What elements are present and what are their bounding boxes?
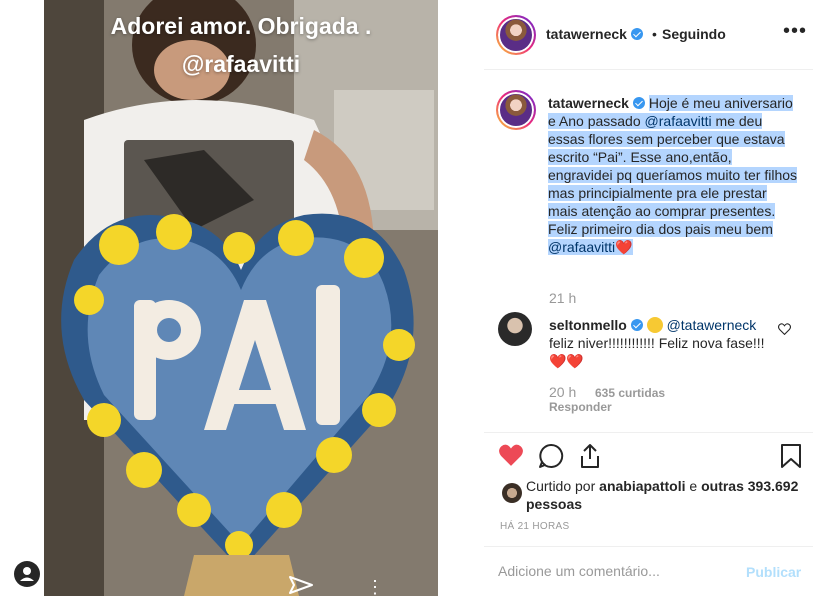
verified-badge-icon — [630, 28, 643, 40]
post-caption: tatawerneck Hoje é meu aniversario e Ano… — [548, 94, 798, 256]
author-username-text[interactable]: tatawerneck — [546, 26, 627, 42]
header-separator: • — [652, 26, 657, 42]
save-bookmark-icon[interactable] — [780, 443, 802, 474]
verified-badge-icon — [630, 319, 643, 331]
liked-by-prefix: Curtido por — [526, 478, 600, 494]
comment-bubble-icon[interactable] — [538, 443, 564, 474]
media-letterbox-right — [438, 0, 484, 596]
media-letterbox-left — [0, 0, 44, 596]
add-comment-bar: Publicar — [484, 546, 813, 596]
instagram-post-modal: Adorei amor. Obrigada . @rafaavitti ⋮ ta… — [0, 0, 813, 596]
post-side-panel: tatawerneck • Seguindo ••• tatawerneck H… — [484, 0, 813, 596]
story-text-line1: Adorei amor. Obrigada . — [110, 13, 372, 39]
author-avatar[interactable] — [498, 17, 534, 53]
liked-by-conjunction: e — [685, 478, 702, 494]
story-text-mention: @rafaavitti — [181, 51, 301, 77]
share-icon[interactable] — [578, 443, 602, 474]
red-heart-emoji: ❤️ — [615, 239, 633, 255]
commenter-avatar[interactable] — [498, 312, 532, 346]
comment-timestamp[interactable]: 20 h — [549, 384, 576, 400]
caption-text-body: me deu essas flores sem perceber que est… — [548, 113, 798, 237]
caption-timestamp[interactable]: 21 h — [549, 290, 576, 306]
like-heart-icon[interactable] — [498, 443, 524, 472]
verified-badge-icon — [632, 97, 645, 109]
post-actions: Curtido por anabiapattoli e outras 393.6… — [484, 432, 813, 552]
comment-reply-button[interactable]: Responder — [549, 400, 612, 414]
comment-hearts-emoji: ❤️❤️ — [549, 353, 584, 369]
publish-button[interactable]: Publicar — [746, 564, 801, 580]
liker-avatar[interactable] — [502, 483, 522, 503]
caption-username[interactable]: tatawerneck — [548, 95, 629, 111]
comment-text: feliz niver!!!!!!!!!!!! Feliz nova fase!… — [549, 335, 765, 351]
caption-mention-2[interactable]: @rafaavitti — [548, 239, 616, 255]
story-send-icon — [288, 575, 314, 596]
comment-like-count[interactable]: 635 curtidas — [595, 386, 665, 400]
post-header: tatawerneck • Seguindo ••• — [484, 0, 813, 70]
commenter-username[interactable]: seltonmello — [549, 317, 627, 333]
liked-by-user[interactable]: anabiapattoli — [599, 478, 685, 494]
story-more-icon: ⋮ — [366, 577, 384, 596]
comment-mention[interactable]: @tatawerneck — [667, 317, 757, 333]
post-timestamp[interactable]: HÁ 21 HORAS — [500, 521, 569, 532]
author-username[interactable]: tatawerneck — [546, 26, 643, 42]
post-media: Adorei amor. Obrigada . @rafaavitti ⋮ — [0, 0, 484, 596]
story-photo-illustration — [44, 0, 438, 596]
grin-emoji — [646, 317, 663, 333]
comment-body: seltonmello @tatawerneck feliz niver!!!!… — [549, 316, 774, 370]
more-options-icon[interactable]: ••• — [783, 20, 807, 43]
following-button[interactable]: Seguindo — [662, 26, 726, 42]
caption-mention-1[interactable]: @rafaavitti — [644, 113, 712, 129]
comments-list: tatawerneck Hoje é meu aniversario e Ano… — [484, 70, 813, 430]
comment-like-heart-icon[interactable] — [778, 322, 791, 340]
story-photo: Adorei amor. Obrigada . @rafaavitti — [44, 0, 438, 596]
add-comment-input[interactable] — [498, 559, 738, 583]
tagged-users-icon[interactable] — [14, 561, 40, 587]
caption-author-avatar[interactable] — [498, 92, 534, 128]
liked-by-summary: Curtido por anabiapattoli e outras 393.6… — [526, 477, 806, 513]
